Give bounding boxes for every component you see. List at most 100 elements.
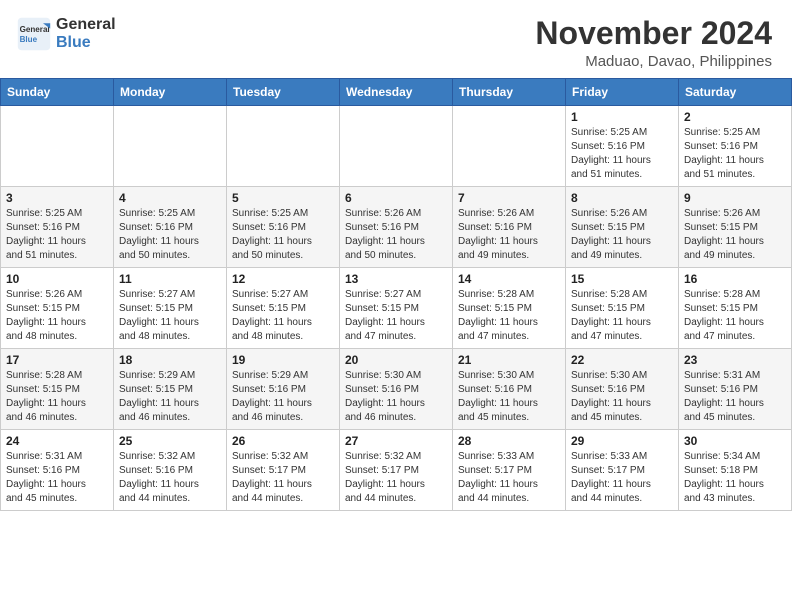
- day-number: 8: [571, 191, 673, 205]
- day-info: Sunrise: 5:26 AMSunset: 5:15 PMDaylight:…: [571, 207, 673, 263]
- day-cell: 30Sunrise: 5:34 AMSunset: 5:18 PMDayligh…: [679, 430, 792, 511]
- day-cell: [114, 106, 227, 187]
- title-block: November 2024 Maduao, Davao, Philippines: [535, 16, 772, 70]
- day-cell: 21 Sunrise: 5:30 AMSunset: 5:16 PMDayligh…: [453, 349, 566, 430]
- day-number: 6: [345, 191, 447, 205]
- day-info: Sunrise: 5:27 AMSunset: 5:15 PMDaylight:…: [232, 288, 334, 344]
- day-info: Sunrise: 5:32 AMSunset: 5:17 PMDaylight:…: [232, 450, 334, 506]
- day-number: 15: [571, 272, 673, 286]
- day-info: Sunrise: 5:27 AMSunset: 5:15 PMDaylight:…: [345, 288, 447, 344]
- logo: General Blue General Blue: [16, 16, 116, 52]
- day-number: 20: [345, 353, 447, 367]
- day-cell: 3 Sunrise: 5:25 AMSunset: 5:16 PMDaylight…: [1, 187, 114, 268]
- day-cell: 1 Sunrise: 5:25 AMSunset: 5:16 PMDaylight…: [566, 106, 679, 187]
- day-cell: 25Sunrise: 5:32 AMSunset: 5:16 PMDayligh…: [114, 430, 227, 511]
- day-number: 16: [684, 272, 786, 286]
- week-row-4: 17 Sunrise: 5:28 AMSunset: 5:15 PMDayligh…: [1, 349, 792, 430]
- day-number: 21: [458, 353, 560, 367]
- day-number: 4: [119, 191, 221, 205]
- day-header-saturday: Saturday: [679, 79, 792, 106]
- header: General Blue General Blue November 2024 …: [0, 0, 792, 78]
- day-cell: 2 Sunrise: 5:25 AMSunset: 5:16 PMDaylight…: [679, 106, 792, 187]
- day-cell: 14 Sunrise: 5:28 AMSunset: 5:15 PMDayligh…: [453, 268, 566, 349]
- day-header-friday: Friday: [566, 79, 679, 106]
- day-info: Sunrise: 5:31 AMSunset: 5:16 PMDaylight:…: [684, 369, 786, 425]
- day-info: Sunrise: 5:30 AMSunset: 5:16 PMDaylight:…: [458, 369, 560, 425]
- day-number: 14: [458, 272, 560, 286]
- day-info: Sunrise: 5:31 AMSunset: 5:16 PMDaylight:…: [6, 450, 108, 506]
- day-cell: 29 Sunrise: 5:33 AMSunset: 5:17 PMDayligh…: [566, 430, 679, 511]
- day-cell: 27Sunrise: 5:32 AMSunset: 5:17 PMDayligh…: [340, 430, 453, 511]
- days-header-row: SundayMondayTuesdayWednesdayThursdayFrid…: [1, 79, 792, 106]
- day-number: 3: [6, 191, 108, 205]
- logo-general: General: [56, 16, 116, 34]
- day-header-wednesday: Wednesday: [340, 79, 453, 106]
- day-info: Sunrise: 5:26 AMSunset: 5:16 PMDaylight:…: [458, 207, 560, 263]
- day-number: 19: [232, 353, 334, 367]
- day-cell: 11 Sunrise: 5:27 AMSunset: 5:15 PMDayligh…: [114, 268, 227, 349]
- day-cell: 12 Sunrise: 5:27 AMSunset: 5:15 PMDayligh…: [227, 268, 340, 349]
- day-header-monday: Monday: [114, 79, 227, 106]
- day-number: 23: [684, 353, 786, 367]
- day-info: Sunrise: 5:26 AMSunset: 5:15 PMDaylight:…: [684, 207, 786, 263]
- day-info: Sunrise: 5:30 AMSunset: 5:16 PMDaylight:…: [571, 369, 673, 425]
- day-cell: 17 Sunrise: 5:28 AMSunset: 5:15 PMDayligh…: [1, 349, 114, 430]
- day-cell: [227, 106, 340, 187]
- day-cell: 22 Sunrise: 5:30 AMSunset: 5:16 PMDayligh…: [566, 349, 679, 430]
- day-number: 28: [458, 434, 560, 448]
- day-number: 26: [232, 434, 334, 448]
- day-info: Sunrise: 5:28 AMSunset: 5:15 PMDaylight:…: [458, 288, 560, 344]
- day-cell: 5Sunrise: 5:25 AMSunset: 5:16 PMDaylight…: [227, 187, 340, 268]
- day-info: Sunrise: 5:29 AMSunset: 5:16 PMDaylight:…: [232, 369, 334, 425]
- location-title: Maduao, Davao, Philippines: [535, 53, 772, 70]
- day-number: 10: [6, 272, 108, 286]
- page: General Blue General Blue November 2024 …: [0, 0, 792, 612]
- day-cell: 23 Sunrise: 5:31 AMSunset: 5:16 PMDayligh…: [679, 349, 792, 430]
- logo-icon: General Blue: [16, 16, 52, 52]
- day-number: 12: [232, 272, 334, 286]
- day-info: Sunrise: 5:25 AMSunset: 5:16 PMDaylight:…: [6, 207, 108, 263]
- day-number: 18: [119, 353, 221, 367]
- day-number: 24: [6, 434, 108, 448]
- day-info: Sunrise: 5:25 AMSunset: 5:16 PMDaylight:…: [684, 126, 786, 182]
- day-cell: 20 Sunrise: 5:30 AMSunset: 5:16 PMDayligh…: [340, 349, 453, 430]
- day-info: Sunrise: 5:26 AMSunset: 5:15 PMDaylight:…: [6, 288, 108, 344]
- day-number: 2: [684, 110, 786, 124]
- day-info: Sunrise: 5:29 AMSunset: 5:15 PMDaylight:…: [119, 369, 221, 425]
- day-cell: 9Sunrise: 5:26 AMSunset: 5:15 PMDaylight…: [679, 187, 792, 268]
- day-info: Sunrise: 5:27 AMSunset: 5:15 PMDaylight:…: [119, 288, 221, 344]
- day-number: 11: [119, 272, 221, 286]
- day-number: 17: [6, 353, 108, 367]
- day-cell: 18 Sunrise: 5:29 AMSunset: 5:15 PMDayligh…: [114, 349, 227, 430]
- day-info: Sunrise: 5:25 AMSunset: 5:16 PMDaylight:…: [232, 207, 334, 263]
- day-cell: 4 Sunrise: 5:25 AMSunset: 5:16 PMDaylight…: [114, 187, 227, 268]
- day-number: 7: [458, 191, 560, 205]
- day-number: 30: [684, 434, 786, 448]
- day-number: 29: [571, 434, 673, 448]
- day-info: Sunrise: 5:25 AMSunset: 5:16 PMDaylight:…: [119, 207, 221, 263]
- svg-text:General: General: [20, 25, 50, 34]
- day-info: Sunrise: 5:33 AMSunset: 5:17 PMDaylight:…: [571, 450, 673, 506]
- day-cell: [1, 106, 114, 187]
- month-title: November 2024: [535, 16, 772, 51]
- day-info: Sunrise: 5:28 AMSunset: 5:15 PMDaylight:…: [6, 369, 108, 425]
- day-cell: 28Sunrise: 5:33 AMSunset: 5:17 PMDayligh…: [453, 430, 566, 511]
- day-info: Sunrise: 5:26 AMSunset: 5:16 PMDaylight:…: [345, 207, 447, 263]
- svg-text:Blue: Blue: [20, 35, 38, 44]
- day-info: Sunrise: 5:30 AMSunset: 5:16 PMDaylight:…: [345, 369, 447, 425]
- day-info: Sunrise: 5:28 AMSunset: 5:15 PMDaylight:…: [684, 288, 786, 344]
- day-cell: 26 Sunrise: 5:32 AMSunset: 5:17 PMDayligh…: [227, 430, 340, 511]
- day-cell: [453, 106, 566, 187]
- day-cell: 24 Sunrise: 5:31 AMSunset: 5:16 PMDayligh…: [1, 430, 114, 511]
- day-number: 13: [345, 272, 447, 286]
- day-number: 1: [571, 110, 673, 124]
- logo-blue: Blue: [56, 34, 116, 52]
- day-cell: [340, 106, 453, 187]
- day-info: Sunrise: 5:28 AMSunset: 5:15 PMDaylight:…: [571, 288, 673, 344]
- day-number: 27: [345, 434, 447, 448]
- day-header-thursday: Thursday: [453, 79, 566, 106]
- week-row-5: 24 Sunrise: 5:31 AMSunset: 5:16 PMDayligh…: [1, 430, 792, 511]
- day-info: Sunrise: 5:25 AMSunset: 5:16 PMDaylight:…: [571, 126, 673, 182]
- week-row-2: 3 Sunrise: 5:25 AMSunset: 5:16 PMDaylight…: [1, 187, 792, 268]
- day-number: 22: [571, 353, 673, 367]
